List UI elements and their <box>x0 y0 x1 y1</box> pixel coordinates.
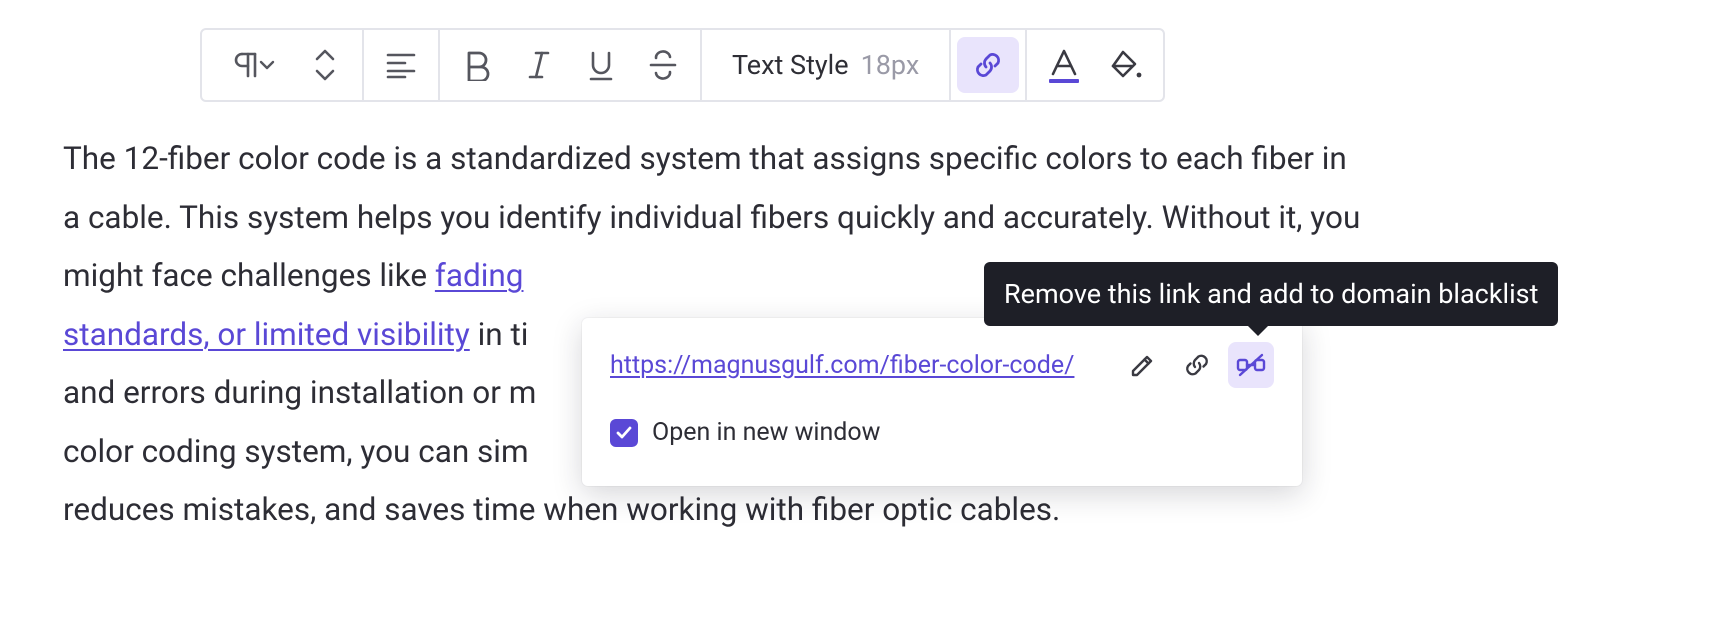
strikethrough-button[interactable] <box>632 37 694 93</box>
body-text: in ti <box>470 316 529 353</box>
align-left-icon <box>385 51 417 79</box>
pilcrow-icon <box>225 48 277 82</box>
underline-icon <box>587 49 615 81</box>
bold-icon <box>463 49 491 81</box>
toolbar-group-color <box>1027 30 1163 100</box>
text-style-selector[interactable]: Text Style 18px <box>708 49 943 81</box>
link-popup-url[interactable]: https://magnusgulf.com/fiber-color-code/ <box>610 351 1074 380</box>
body-link-1[interactable]: fading <box>435 257 524 294</box>
chevrons-vertical-icon <box>312 47 338 83</box>
link-edit-popup: https://magnusgulf.com/fiber-color-code/ <box>582 318 1302 486</box>
text-size-value: 18px <box>861 49 920 81</box>
text-color-icon <box>1049 48 1079 76</box>
italic-icon <box>526 49 552 81</box>
body-text: reduces mistakes, and saves time when wo… <box>63 491 1060 528</box>
body-text: and errors during installation or m <box>63 374 536 411</box>
toolbar-group-link <box>951 30 1027 100</box>
link-popup-actions <box>1120 342 1274 388</box>
link-blacklist-icon <box>1235 351 1267 379</box>
open-in-new-window-row[interactable]: Open in new window <box>610 418 1274 447</box>
paint-bucket-icon <box>1109 49 1143 81</box>
open-in-new-window-checkbox[interactable] <box>610 419 638 447</box>
insert-link-button[interactable] <box>957 37 1019 93</box>
unlink-icon <box>1182 350 1212 380</box>
tooltip-text: Remove this link and add to domain black… <box>1004 278 1538 310</box>
link-icon <box>972 49 1004 81</box>
underline-button[interactable] <box>570 37 632 93</box>
text-color-button[interactable] <box>1033 37 1095 93</box>
toolbar-group-text <box>440 30 702 100</box>
strikethrough-icon <box>648 49 678 81</box>
italic-button[interactable] <box>508 37 570 93</box>
edit-link-button[interactable] <box>1120 342 1166 388</box>
blacklist-link-button[interactable] <box>1228 342 1274 388</box>
move-block-button[interactable] <box>294 37 356 93</box>
toolbar-group-paragraph <box>202 30 364 100</box>
highlight-color-button[interactable] <box>1095 37 1157 93</box>
formatting-toolbar: Text Style 18px <box>200 28 1165 102</box>
unlink-button[interactable] <box>1174 342 1220 388</box>
open-in-new-window-label: Open in new window <box>652 418 880 447</box>
text-style-label: Text Style <box>732 49 849 81</box>
pencil-icon <box>1129 351 1157 379</box>
check-icon <box>615 424 633 442</box>
body-link-2[interactable]: standards, or limited visibility <box>63 316 470 353</box>
paragraph-format-dropdown[interactable] <box>208 37 294 93</box>
text-color-swatch <box>1049 79 1079 83</box>
blacklist-tooltip: Remove this link and add to domain black… <box>984 262 1558 326</box>
toolbar-group-textstyle: Text Style 18px <box>702 30 951 100</box>
bold-button[interactable] <box>446 37 508 93</box>
toolbar-group-align <box>364 30 440 100</box>
text-align-button[interactable] <box>370 37 432 93</box>
body-text: color coding system, you can sim <box>63 433 529 470</box>
